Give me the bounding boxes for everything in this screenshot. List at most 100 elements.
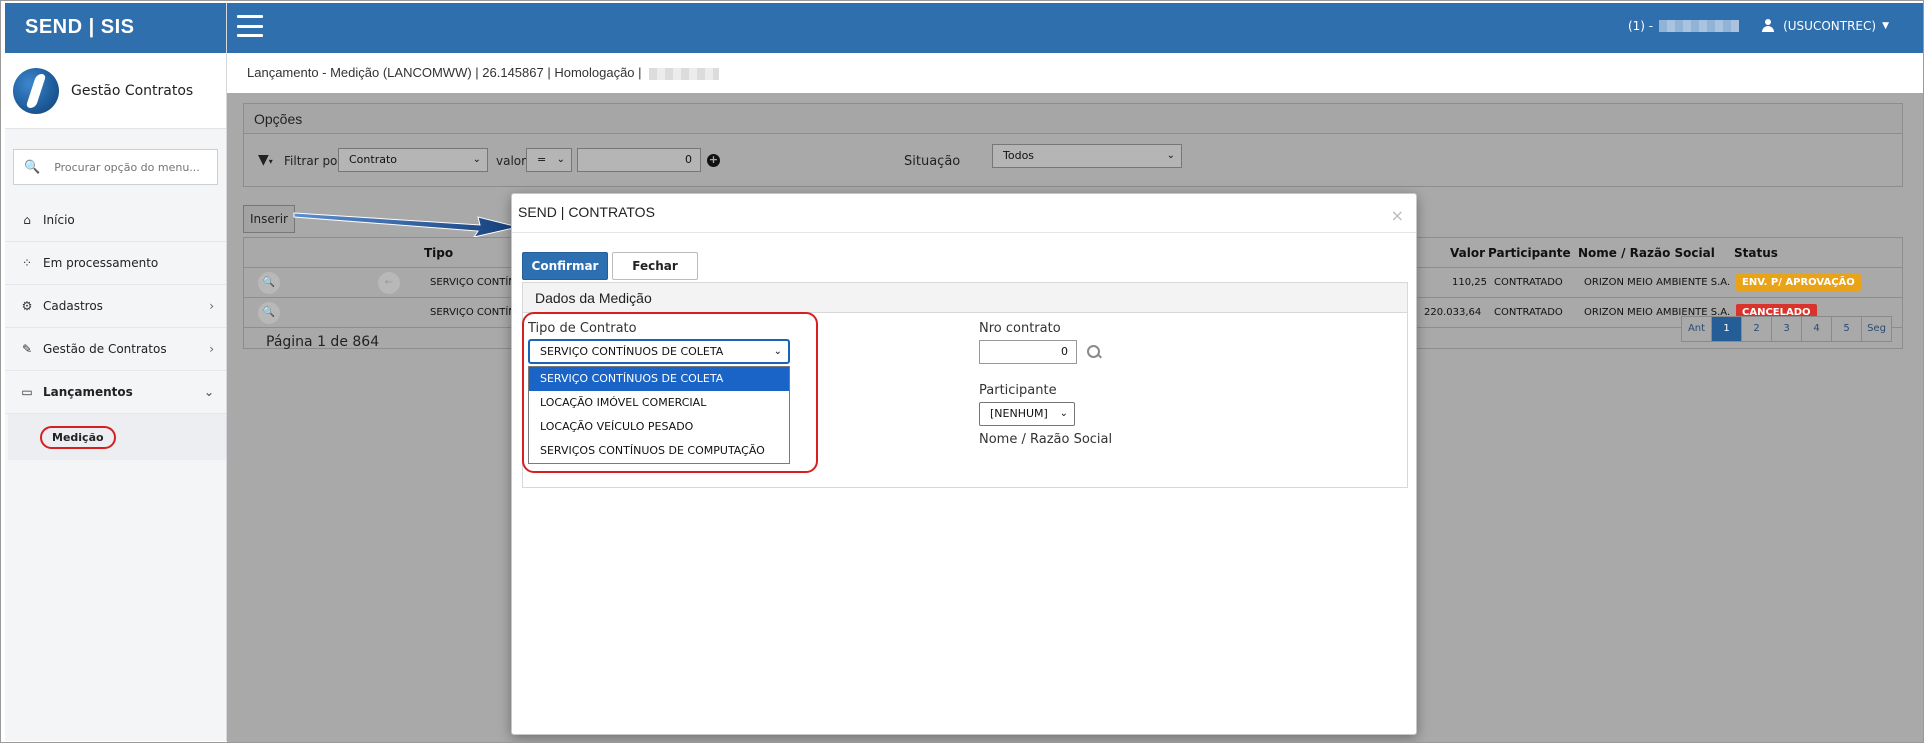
sidebar-item-inicio[interactable]: ⌂ Início (5, 199, 226, 242)
brand-title: SEND | SIS (5, 3, 226, 53)
page-1[interactable]: 1 (1711, 316, 1742, 342)
operator-value: = (537, 153, 547, 166)
chevron-right-icon: › (209, 299, 214, 313)
sidebar-subitem-label: Medição (40, 425, 116, 449)
breadcrumb: Lançamento - Medição (LANCOMWW) | 26.145… (227, 53, 1923, 93)
status-badge: ENV. P/ APROVAÇÃO (1736, 274, 1861, 291)
user-menu[interactable]: (USUCONTREC) (1783, 19, 1876, 33)
page-5[interactable]: 5 (1831, 316, 1862, 342)
page-2[interactable]: 2 (1741, 316, 1772, 342)
sidebar-item-label: Início (43, 213, 75, 227)
cell-valor: 110,25 (1452, 277, 1487, 288)
participante-label: Participante (979, 383, 1057, 398)
page-prev[interactable]: Ant (1681, 316, 1712, 342)
cell-nome: ORIZON MEIO AMBIENTE S.A. (1584, 277, 1731, 288)
spinner-icon: ⁘ (21, 256, 33, 270)
pagination: Ant 1 2 3 4 5 Seg (1681, 316, 1892, 342)
situacao-value: Todos (1003, 149, 1035, 162)
operator-select[interactable]: = ⌄ (526, 148, 572, 172)
caret-down-icon[interactable]: ▼ (1882, 21, 1889, 31)
cell-participante: CONTRATADO (1494, 277, 1563, 288)
sidebar-item-label: Lançamentos (43, 385, 133, 399)
hamburger-menu-icon[interactable] (237, 15, 263, 37)
sidebar-subitem-medicao[interactable]: Medição (5, 414, 226, 460)
close-icon[interactable]: × (1391, 206, 1404, 225)
section-title: Dados da Medição (523, 283, 1407, 313)
cell-tipo: SERVIÇO CONTÍN (430, 307, 516, 318)
chevron-right-icon: › (209, 342, 214, 356)
contracts-modal: SEND | CONTRATOS × Confirmar Fechar Dado… (511, 193, 1417, 735)
options-panel: Opções ▼▾ Filtrar por Contrato ⌄ valor =… (243, 103, 1903, 187)
filter-value-input[interactable]: 0 (577, 148, 701, 172)
page-next[interactable]: Seg (1861, 316, 1892, 342)
user-icon (1761, 19, 1775, 33)
add-filter-icon[interactable]: + (707, 154, 720, 167)
topbar-right: (1) - (USUCONTREC) ▼ (1628, 19, 1889, 33)
sidebar-item-label: Cadastros (43, 299, 103, 313)
view-icon[interactable]: 🔍 (258, 302, 280, 324)
app-window: SEND | SIS Gestão Contratos 🔍 ⌂ Início ⁘… (0, 0, 1924, 743)
redacted-text (649, 67, 720, 80)
situacao-select[interactable]: Todos ⌄ (992, 144, 1182, 168)
sidebar-item-cadastros[interactable]: ⚙ Cadastros › (5, 285, 226, 328)
sidebar-item-label: Em processamento (43, 256, 159, 270)
modal-title: SEND | CONTRATOS (518, 204, 655, 220)
insert-button[interactable]: Inserir (243, 205, 295, 233)
filter-field-value: Contrato (349, 153, 398, 166)
nro-contrato-label: Nro contrato (979, 321, 1061, 336)
filter-row: ▼▾ Filtrar por Contrato ⌄ valor = ⌄ 0 + … (244, 134, 1902, 186)
filter-label: Filtrar por (284, 154, 343, 168)
nro-contrato-input[interactable]: 0 (979, 340, 1077, 364)
company-logo (13, 67, 59, 114)
view-icon[interactable]: 🔍 (258, 272, 280, 294)
module-title: Gestão Contratos (71, 82, 194, 99)
search-icon: 🔍 (24, 159, 41, 175)
cell-tipo: SERVIÇO CONTÍN (430, 277, 516, 288)
cell-valor: 220.033,64 (1424, 307, 1482, 318)
annotation-highlight (522, 312, 818, 473)
page-4[interactable]: 4 (1801, 316, 1832, 342)
topbar: (1) - (USUCONTREC) ▼ (227, 3, 1923, 53)
filter-field-select[interactable]: Contrato ⌄ (338, 148, 488, 172)
chevron-down-icon: ⌄ (1166, 150, 1175, 161)
header-tipo: Tipo (424, 246, 454, 260)
cell-participante: CONTRATADO (1494, 307, 1563, 318)
pager-text: Página 1 de 864 (266, 334, 380, 350)
sidebar-item-lancamentos[interactable]: ▭ Lançamentos ⌄ (5, 371, 226, 414)
chevron-down-icon: ⌄ (203, 385, 214, 399)
back-icon[interactable]: ← (378, 272, 400, 294)
menu-search-input[interactable] (54, 160, 205, 174)
breadcrumb-text: Lançamento - Medição (LANCOMWW) | 26.145… (247, 65, 642, 80)
participante-select[interactable]: [NENHUM] ⌄ (979, 402, 1075, 426)
valor-label: valor (496, 154, 527, 168)
chevron-down-icon: ⌄ (472, 154, 481, 165)
nome-label: Nome / Razão Social (979, 432, 1113, 447)
module-header: Gestão Contratos (5, 53, 226, 129)
laptop-icon: ▭ (21, 385, 33, 399)
gears-icon: ⚙ (21, 299, 33, 313)
close-button[interactable]: Fechar (612, 252, 698, 280)
sidebar-item-gestao-contratos[interactable]: ✎ Gestão de Contratos › (5, 328, 226, 371)
filter-icon[interactable]: ▼▾ (258, 152, 273, 168)
header-valor: Valor (1450, 246, 1486, 260)
header-participante: Participante (1488, 246, 1571, 260)
participante-value: [NENHUM] (990, 407, 1048, 420)
sidebar-item-em-processamento[interactable]: ⁘ Em processamento (5, 242, 226, 285)
chevron-down-icon: ⌄ (556, 154, 565, 165)
redacted-text (1659, 20, 1740, 32)
sidebar-item-label: Gestão de Contratos (43, 342, 167, 356)
session-indicator: (1) - (1627, 19, 1654, 33)
situacao-label: Situação (904, 154, 961, 169)
annotation-arrow (293, 212, 519, 237)
chevron-down-icon: ⌄ (1059, 408, 1068, 419)
header-status: Status (1734, 246, 1778, 260)
menu-search[interactable]: 🔍 (13, 149, 218, 185)
header-nome: Nome / Razão Social (1578, 246, 1715, 260)
page-3[interactable]: 3 (1771, 316, 1802, 342)
home-icon: ⌂ (23, 213, 31, 227)
search-icon[interactable] (1087, 345, 1101, 359)
confirm-button[interactable]: Confirmar (522, 252, 608, 280)
divider (512, 232, 1416, 233)
edit-icon: ✎ (21, 342, 33, 356)
options-title: Opções (244, 104, 1902, 134)
